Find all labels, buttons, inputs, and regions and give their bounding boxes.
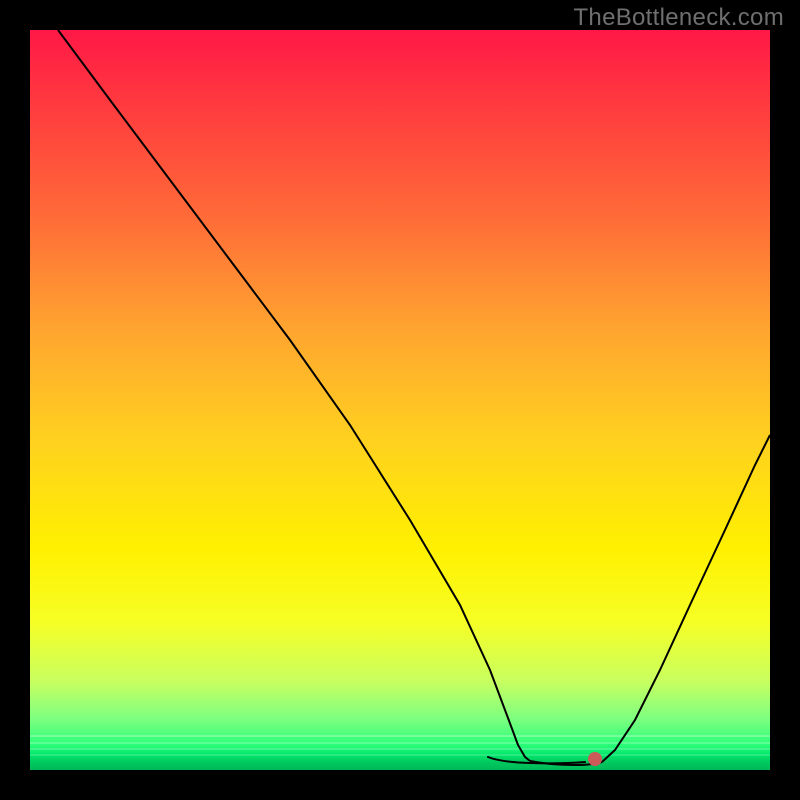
curve-svg <box>30 30 770 770</box>
optimal-range-marker <box>488 757 585 763</box>
optimal-range-end-dot <box>588 752 602 766</box>
plot-area <box>30 30 770 770</box>
watermark-text: TheBottleneck.com <box>573 4 784 32</box>
curve-right <box>602 435 770 762</box>
chart-frame: TheBottleneck.com <box>0 0 800 800</box>
curve-left <box>58 30 530 761</box>
